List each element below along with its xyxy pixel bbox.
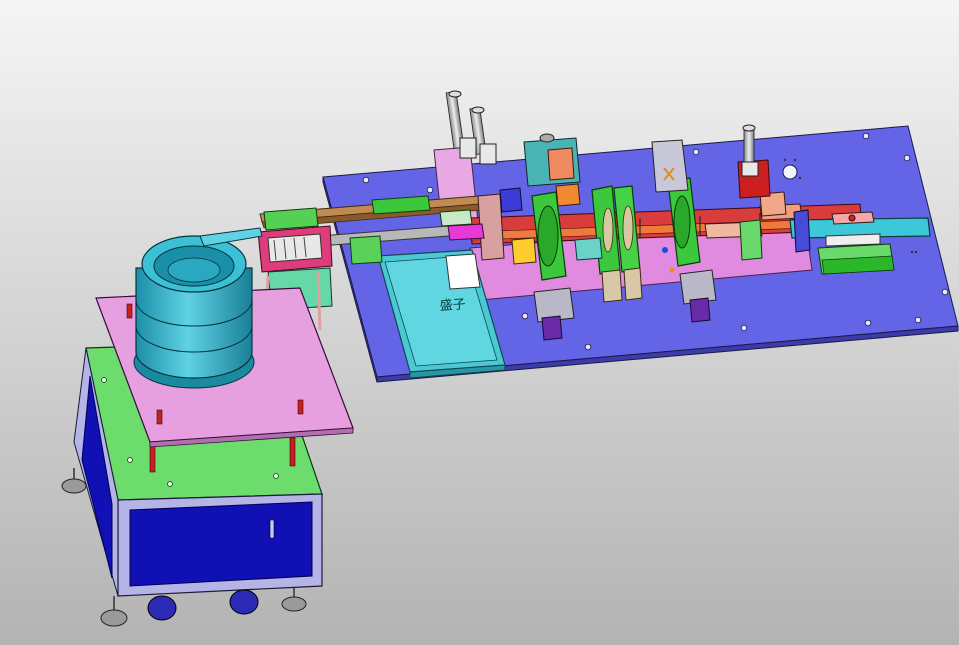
tray-label: 盛子 xyxy=(439,297,466,314)
cad-viewport[interactable]: 盛子 xyxy=(0,0,959,645)
green-block-2 xyxy=(349,235,383,265)
assembly-drawing: 盛子 xyxy=(0,0,959,645)
label-card xyxy=(445,253,481,290)
